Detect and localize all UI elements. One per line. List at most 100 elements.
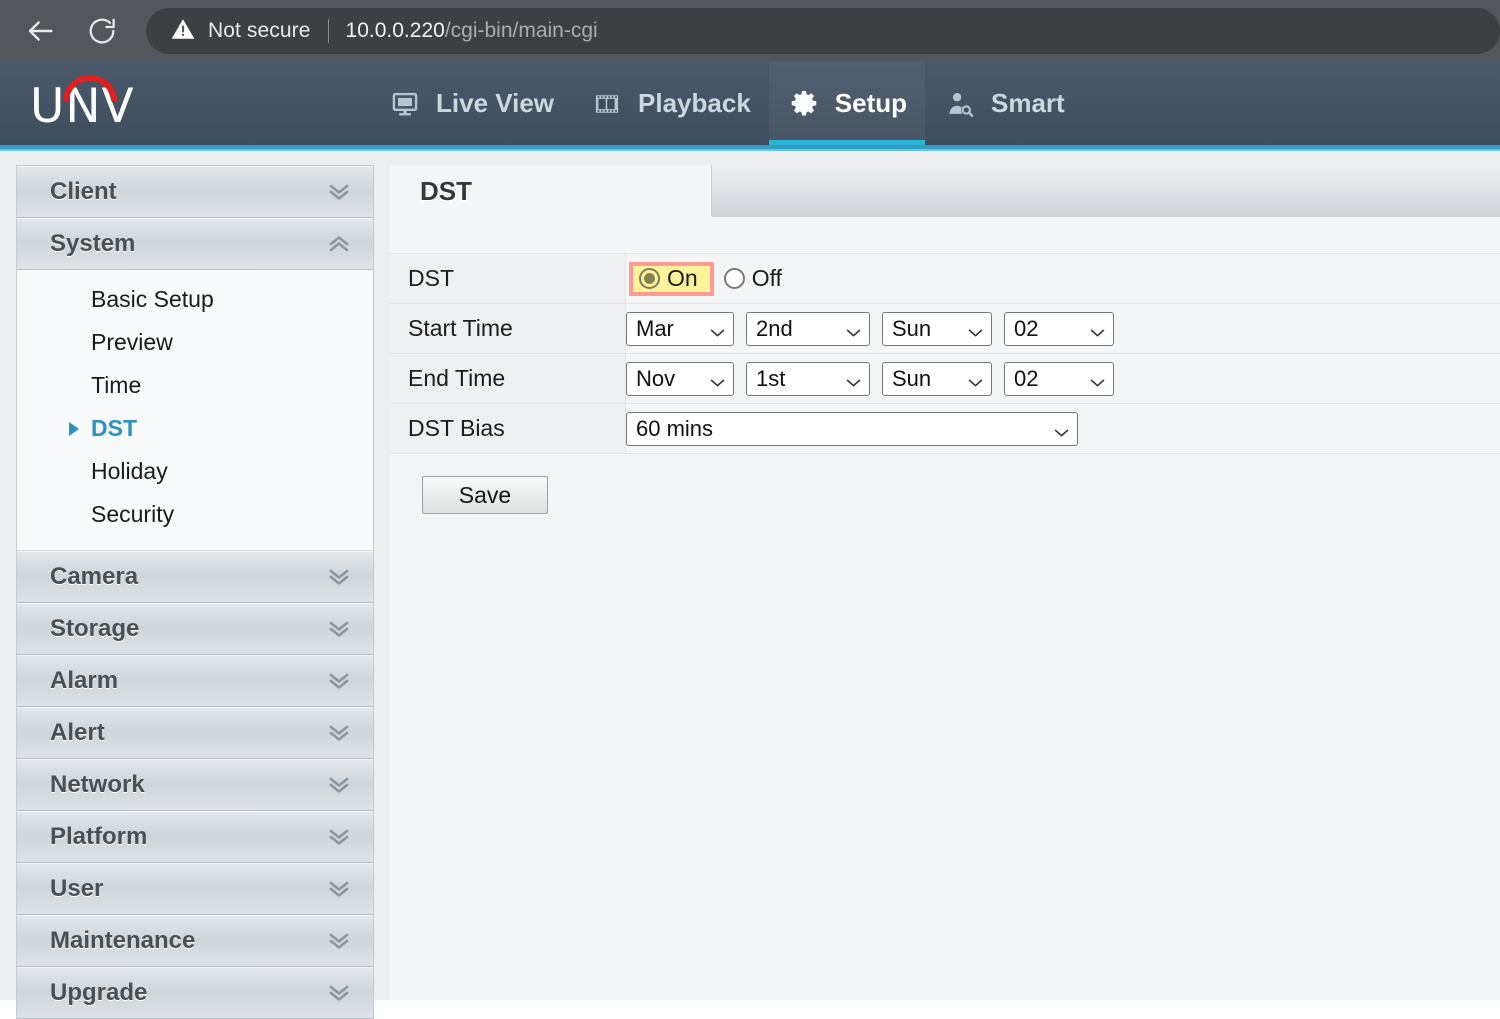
start-time-weekday-select[interactable]: Sun: [882, 311, 992, 346]
form-row-start-time: Start Time Mar 2nd Sun 02: [390, 304, 1500, 354]
sidebar-item-time[interactable]: Time: [17, 364, 373, 407]
sidebar-group-platform[interactable]: Platform: [17, 811, 373, 863]
form-label-dst: DST: [390, 254, 626, 303]
sidebar-group-label: Network: [50, 771, 145, 798]
form-control-start-time: Mar 2nd Sun 02: [626, 304, 1500, 353]
start-time-hour-select[interactable]: 02: [1004, 311, 1114, 346]
sidebar-item-basic-setup[interactable]: Basic Setup: [17, 278, 373, 321]
monitor-icon: [388, 90, 422, 118]
form-row-dst-bias: DST Bias 60 mins: [390, 404, 1500, 454]
form-label-dst-bias: DST Bias: [390, 404, 626, 453]
start-time-month-select[interactable]: Mar: [626, 311, 734, 346]
form-control-dst-bias: 60 mins: [626, 404, 1500, 453]
sidebar-group-label: Camera: [50, 563, 139, 590]
tab-strip: DST: [390, 165, 1500, 218]
unv-logo: UNV: [30, 62, 180, 145]
chevron-down-icon: [326, 774, 352, 796]
chevron-down-icon: [1090, 374, 1105, 386]
select-value: 02: [1014, 315, 1039, 341]
nav-item-smart[interactable]: Smart: [925, 62, 1083, 145]
dst-settings-form: DST On Off Start Time Mar 2nd Sun 02 End…: [390, 253, 1500, 514]
sidebar-item-label: DST: [91, 415, 137, 441]
sidebar-item-holiday[interactable]: Holiday: [17, 450, 373, 493]
end-time-ordinal-select[interactable]: 1st: [746, 361, 870, 396]
chevron-down-icon: [1090, 324, 1105, 336]
reload-button[interactable]: [80, 9, 124, 53]
select-value: 02: [1014, 365, 1039, 391]
end-time-month-select[interactable]: Nov: [626, 361, 734, 396]
sidebar-group-label: System: [50, 230, 136, 257]
logo-arc-icon: [63, 75, 117, 101]
nav-label-playback: Playback: [638, 88, 751, 118]
select-value: Mar: [636, 315, 674, 341]
form-row-end-time: End Time Nov 1st Sun 02: [390, 354, 1500, 404]
sidebar-group-maintenance[interactable]: Maintenance: [17, 915, 373, 967]
radio-dst-on[interactable]: On: [639, 265, 698, 292]
select-value: 2nd: [756, 315, 793, 341]
end-time-weekday-select[interactable]: Sun: [882, 361, 992, 396]
chevron-down-icon: [968, 324, 983, 336]
chevron-down-icon: [326, 930, 352, 952]
chevron-down-icon: [326, 566, 352, 588]
form-row-dst: DST On Off: [390, 254, 1500, 304]
tab-dst[interactable]: DST: [390, 165, 712, 218]
sidebar-group-camera[interactable]: Camera: [17, 551, 373, 603]
select-value: Sun: [892, 365, 932, 391]
sidebar-item-preview[interactable]: Preview: [17, 321, 373, 364]
sidebar-group-label: Alarm: [50, 667, 119, 694]
back-button[interactable]: [18, 9, 62, 53]
select-value: Nov: [636, 365, 676, 391]
chevron-down-icon: [326, 826, 352, 848]
address-bar-url: 10.0.0.220/cgi-bin/main-cgi: [346, 19, 598, 43]
sidebar-item-label: Time: [91, 372, 142, 398]
not-secure-warning-icon: [170, 16, 196, 47]
chevron-down-icon: [710, 324, 725, 336]
sidebar-item-security[interactable]: Security: [17, 493, 373, 536]
nav-label-smart: Smart: [991, 88, 1065, 118]
content-panel: DST DST On Off Start Time Mar 2nd Sun 02…: [390, 165, 1500, 1000]
form-control-end-time: Nov 1st Sun 02: [626, 354, 1500, 403]
tab-label: DST: [420, 175, 472, 206]
sidebar-group-label: Upgrade: [50, 979, 148, 1006]
radio-dst-off[interactable]: Off: [723, 265, 782, 292]
chevron-down-icon: [968, 374, 983, 386]
page-body: Client System Basic Setup Preview Time D…: [0, 151, 1500, 1019]
sidebar-group-client[interactable]: Client: [17, 166, 373, 218]
form-control-dst: On Off: [626, 254, 1500, 303]
sidebar-group-user[interactable]: User: [17, 863, 373, 915]
sidebar-item-dst[interactable]: DST: [17, 407, 373, 450]
active-item-triangle-icon: [69, 421, 79, 436]
nav-label-live-view: Live View: [436, 88, 555, 118]
sidebar-group-label: Platform: [50, 823, 148, 850]
nav-item-live-view[interactable]: Live View: [370, 62, 572, 145]
sidebar-group-storage[interactable]: Storage: [17, 603, 373, 655]
person-search-icon: [943, 90, 977, 118]
dst-bias-select[interactable]: 60 mins: [626, 411, 1078, 446]
chevron-down-icon: [326, 722, 352, 744]
sidebar-item-label: Preview: [91, 329, 173, 355]
chevron-down-icon: [710, 374, 725, 386]
nav-item-playback[interactable]: Playback: [572, 62, 769, 145]
sidebar-group-alarm[interactable]: Alarm: [17, 655, 373, 707]
nav-item-setup[interactable]: Setup: [768, 62, 926, 145]
sidebar-group-label: Maintenance: [50, 927, 196, 954]
end-time-hour-select[interactable]: 02: [1004, 361, 1114, 396]
sidebar-group-label: Client: [50, 178, 117, 205]
dst-on-highlight: On: [629, 261, 714, 296]
back-arrow-icon: [23, 14, 57, 48]
sidebar-group-network[interactable]: Network: [17, 759, 373, 811]
sidebar-item-label: Holiday: [91, 458, 168, 484]
save-button[interactable]: Save: [422, 476, 548, 514]
radio-label-off: Off: [751, 265, 782, 291]
sidebar-group-system[interactable]: System: [17, 218, 373, 270]
sidebar-group-upgrade[interactable]: Upgrade: [17, 967, 373, 1019]
radio-label-on: On: [667, 265, 698, 291]
chevron-down-icon: [1054, 424, 1069, 436]
address-bar[interactable]: Not secure 10.0.0.220/cgi-bin/main-cgi: [146, 8, 1500, 54]
start-time-ordinal-select[interactable]: 2nd: [746, 311, 870, 346]
sidebar: Client System Basic Setup Preview Time D…: [16, 165, 374, 1019]
select-value: 1st: [756, 365, 786, 391]
sidebar-group-alert[interactable]: Alert: [17, 707, 373, 759]
sidebar-subitems-system: Basic Setup Preview Time DST Holiday Sec…: [17, 270, 373, 551]
url-host: 10.0.0.220: [345, 19, 445, 42]
